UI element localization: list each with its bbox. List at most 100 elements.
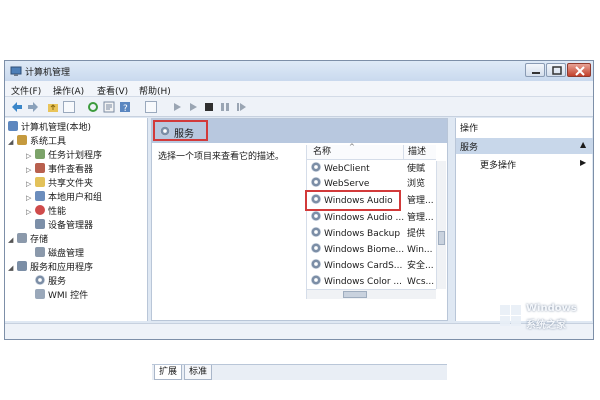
actions-title: 操作 [460,124,479,134]
properties-icon[interactable] [145,101,157,113]
services-header-title: 服务 [174,129,194,140]
help-icon[interactable]: ? [119,101,131,114]
menu-bar: 文件(F) 操作(A) 查看(V) 帮助(H) [5,81,593,97]
window-title: 计算机管理 [25,68,71,78]
task-scheduler-icon [35,149,45,159]
service-description: 安全... [407,261,434,271]
expand-arrow-icon[interactable]: ▷ [26,206,35,219]
windows-audio-highlight [305,190,401,211]
computer-management-icon [8,121,18,131]
tree-item-system-tools[interactable]: ◢ 系统工具 [8,135,66,148]
tree-item-local-users[interactable]: ▷ 本地用户和组 [26,191,102,204]
tree-item-performance[interactable]: ▷ 性能 [26,205,66,218]
service-row[interactable]: Windows Audio ... [311,211,404,226]
computer-management-icon [10,65,22,77]
vertical-scrollbar[interactable] [436,161,446,289]
services-icon [35,275,45,285]
pause-service-icon[interactable] [219,101,231,113]
expand-arrow-icon[interactable]: ▷ [26,192,35,205]
service-icon [311,162,321,172]
show-hide-tree-icon[interactable] [63,101,75,113]
services-pane: 服务 选择一个项目来查看它的描述。 名称 描述 ^ WebClient 使赋 W… [151,118,448,380]
start-service-alt-icon[interactable] [187,101,199,113]
view-tabs: 扩展 标准 [152,364,447,380]
system-tools-icon [17,135,27,145]
refresh-icon[interactable] [87,101,99,113]
services-list: 名称 描述 ^ WebClient 使赋 WebServe 浏览 Windows… [305,143,446,299]
close-button[interactable] [567,63,591,77]
service-row[interactable]: Windows CardS... [311,259,402,274]
device-manager-icon [35,219,45,229]
tree-item-storage[interactable]: ◢ 存储 [8,233,48,246]
tree-item-services[interactable]: 服务 [35,275,66,288]
tree-item-device-manager[interactable]: 设备管理器 [35,219,93,232]
service-row[interactable]: Windows Biome... [311,243,404,258]
actions-section-services[interactable]: 服务 ▲ [456,138,593,154]
service-description: 浏览 [407,179,426,189]
menu-action[interactable]: 操作(A) [53,84,84,97]
scrollbar-thumb[interactable] [343,291,367,298]
service-icon [311,243,321,253]
collapse-arrow-icon[interactable]: ◢ [8,234,17,247]
menu-help[interactable]: 帮助(H) [139,84,171,97]
service-row[interactable]: Windows Backup [311,227,400,242]
expand-arrow-icon[interactable]: ▷ [26,150,35,163]
tree-item-shared-folders[interactable]: ▷ 共享文件夹 [26,177,93,190]
restart-service-icon[interactable] [235,101,247,113]
export-list-icon[interactable] [103,101,115,113]
sort-arrow-icon: ^ [349,143,355,151]
tab-extended[interactable]: 扩展 [154,365,183,380]
start-service-icon[interactable] [171,101,183,113]
back-icon[interactable] [11,101,23,113]
scrollbar-thumb[interactable] [438,231,445,245]
collapse-arrow-icon[interactable]: ◢ [8,262,17,275]
description-text: 选择一个项目来查看它的描述。 [158,152,285,162]
stop-service-icon[interactable] [203,101,215,113]
event-viewer-icon [35,163,45,173]
expand-arrow-icon[interactable]: ▷ [26,164,35,177]
tree-item-root[interactable]: 计算机管理(本地) [8,121,91,134]
forward-icon[interactable] [27,101,39,113]
service-description: 提供 [407,229,426,239]
services-apps-icon [17,261,27,271]
column-header-name[interactable]: 名称 [307,145,403,160]
tree-item-wmi-control[interactable]: WMI 控件 [35,289,88,302]
collapse-arrow-icon[interactable]: ◢ [8,136,17,149]
service-icon [311,227,321,237]
service-description: 使赋 [407,164,426,174]
svg-text:?: ? [123,104,128,113]
service-icon [311,259,321,269]
performance-icon [35,205,45,215]
service-description: Wcs... [407,277,435,287]
wmi-control-icon [35,289,45,299]
menu-view[interactable]: 查看(V) [97,84,128,97]
service-icon [311,177,321,187]
computer-management-window: 计算机管理 文件(F) 操作(A) 查看(V) 帮助(H) ? 计算机管理(本地… [4,60,594,380]
title-bar: 计算机管理 [5,61,593,81]
tab-standard[interactable]: 标准 [184,365,213,380]
menu-file[interactable]: 文件(F) [11,84,41,97]
more-actions-item[interactable]: 更多操作 [480,158,516,171]
horizontal-scrollbar[interactable] [307,289,436,299]
expand-arrow-icon[interactable]: ▷ [26,178,35,191]
watermark-logo: Windows 系统之家 [498,302,592,332]
tree-item-event-viewer[interactable]: ▷ 事件查看器 [26,163,93,176]
maximize-button[interactable] [546,63,566,77]
service-description: 管理... [407,196,434,206]
tree-item-disk-management[interactable]: 磁盘管理 [35,247,84,260]
storage-icon [17,233,27,243]
actions-pane: 操作 服务 ▲ 更多操作 ▶ [455,118,593,321]
service-row[interactable]: Windows Color ... [311,275,402,290]
tree-item-task-scheduler[interactable]: ▷ 任务计划程序 [26,149,102,162]
column-header-description[interactable]: 描述 [403,145,436,160]
service-icon [311,275,321,285]
watermark-text-line2: 系统之家 [526,320,566,331]
tree-item-services-and-apps[interactable]: ◢ 服务和应用程序 [8,261,93,274]
users-icon [35,191,45,201]
service-description: 管理... [407,213,434,223]
collapse-up-icon[interactable]: ▲ [580,140,586,149]
service-row[interactable]: WebClient [311,162,370,177]
minimize-button[interactable] [525,63,545,77]
service-description: Win... [407,245,433,255]
up-folder-icon[interactable] [47,101,59,113]
